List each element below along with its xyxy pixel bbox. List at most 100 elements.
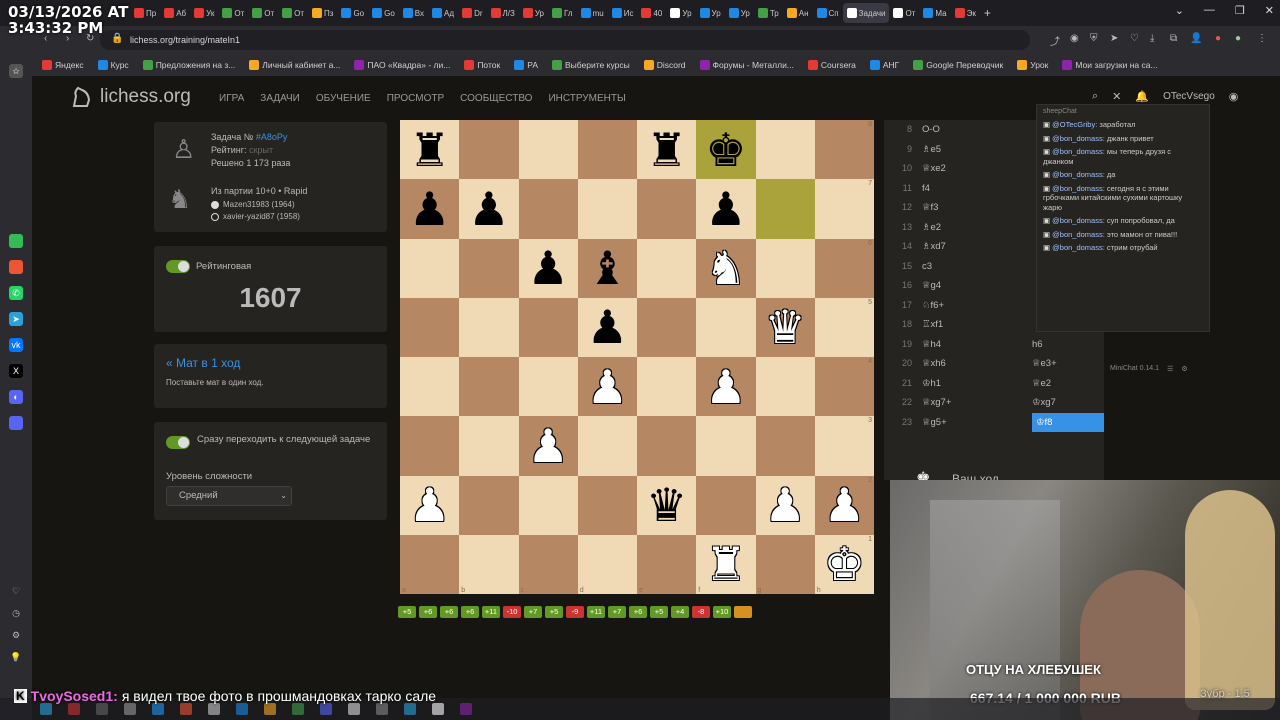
puzzle-result-badge[interactable]: +6 <box>461 606 479 618</box>
settings-icon[interactable]: ⚙ <box>9 628 23 642</box>
board-square[interactable]: a <box>400 534 460 594</box>
board-square[interactable] <box>518 357 578 417</box>
bookmark-item[interactable]: Discord <box>643 60 686 70</box>
board-square[interactable] <box>459 120 519 180</box>
menu-icon[interactable]: ⋮ <box>1257 33 1267 44</box>
avatar-icon[interactable]: ◉ <box>1229 90 1239 103</box>
notifications-icon[interactable]: 🔔 <box>1135 90 1149 103</box>
puzzle-result-badge[interactable]: +6 <box>440 606 458 618</box>
board-square[interactable]: 4 <box>814 357 874 417</box>
close-icon[interactable]: ✕ <box>1112 90 1121 103</box>
move-white[interactable]: ♗xd7 <box>922 237 1032 257</box>
board-square[interactable]: ♟ <box>696 357 756 417</box>
board-square[interactable]: ♚ 1 h <box>814 534 874 594</box>
taskbar-app-icon[interactable] <box>236 703 248 715</box>
board-square[interactable] <box>755 357 815 417</box>
bookmark-item[interactable]: РА <box>514 60 538 70</box>
board-square[interactable] <box>637 416 697 476</box>
board-square[interactable]: ♟ <box>400 475 460 535</box>
puzzle-result-badge[interactable]: +11 <box>587 606 605 618</box>
browser-tab[interactable]: mu <box>577 3 608 23</box>
bookmark-item[interactable]: Урок <box>1017 60 1048 70</box>
browser-tab[interactable]: Go <box>337 3 368 23</box>
move-white[interactable]: ♗e2 <box>922 218 1032 238</box>
task-id-link[interactable]: #A8oPy <box>256 132 288 142</box>
browser-tab[interactable]: Ур <box>696 3 725 23</box>
search-icon[interactable]: ⌕ <box>1092 90 1098 103</box>
browser-tab[interactable]: Тр <box>754 3 783 23</box>
minimize-icon[interactable]: — <box>1204 4 1215 17</box>
difficulty-select[interactable]: Средний ⌄ <box>166 486 292 506</box>
taskbar-app-icon[interactable] <box>124 703 136 715</box>
browser-tab[interactable]: Гл <box>548 3 577 23</box>
move-white[interactable]: ♕g4 <box>922 276 1032 296</box>
ext-red-icon[interactable]: ● <box>1215 33 1221 44</box>
board-square[interactable] <box>459 357 519 417</box>
bookmark-item[interactable]: Личный кабинет а... <box>249 60 340 70</box>
board-square[interactable]: ♛ <box>755 297 815 357</box>
tips-icon[interactable]: 💡 <box>9 650 23 664</box>
browser-tab[interactable]: Пр <box>130 3 160 23</box>
shield-icon[interactable]: ⛨ <box>1090 33 1098 44</box>
move-black[interactable]: ♔xg7 <box>1032 393 1104 413</box>
share-icon[interactable]: ⤴ <box>1050 33 1060 48</box>
puzzle-result-badge[interactable]: +10 <box>713 606 731 618</box>
browser-tab[interactable]: От <box>278 3 308 23</box>
taskbar-app-icon[interactable] <box>376 703 388 715</box>
white-king-piece[interactable]: ♚ <box>824 541 865 587</box>
nav-item[interactable]: ЗАДАЧИ <box>260 93 300 104</box>
black-bishop-piece[interactable]: ♝ <box>587 245 628 291</box>
puzzle-result-badge[interactable]: -8 <box>692 606 710 618</box>
board-square[interactable]: ♜ f <box>696 534 756 594</box>
board-square[interactable] <box>755 120 815 180</box>
puzzle-result-badge[interactable]: -9 <box>566 606 584 618</box>
puzzle-result-badge[interactable]: +6 <box>419 606 437 618</box>
rated-toggle[interactable] <box>166 260 190 273</box>
bookmark-item[interactable]: Курс <box>97 60 129 70</box>
vk-icon[interactable]: vk <box>9 338 23 352</box>
board-square[interactable]: ♟ <box>459 179 519 239</box>
black-pawn-piece[interactable]: ♟ <box>587 304 628 350</box>
move-black[interactable]: ♕e3+ <box>1032 354 1104 374</box>
board-square[interactable]: d <box>577 534 637 594</box>
move-white[interactable]: ♕xg7+ <box>922 393 1032 413</box>
move-white[interactable]: ♕xe2 <box>922 159 1032 179</box>
bookmark-item[interactable]: Предложения на з... <box>142 60 235 70</box>
black-queen-piece[interactable]: ♛ <box>646 482 687 528</box>
nav-item[interactable]: ОБУЧЕНИЕ <box>316 93 371 104</box>
browser-tab[interactable]: Ма <box>919 3 950 23</box>
taskbar-app-icon[interactable] <box>432 703 444 715</box>
browser-tab[interactable]: Сп <box>813 3 843 23</box>
move-black[interactable]: ♔f8 <box>1032 412 1104 432</box>
board-square[interactable]: b <box>459 534 519 594</box>
puzzle-result-badge[interactable]: +7 <box>608 606 626 618</box>
board-square[interactable] <box>637 179 697 239</box>
board-square[interactable] <box>577 120 637 180</box>
board-square[interactable]: ♚ <box>696 120 756 180</box>
move-white[interactable]: ♘f6+ <box>922 296 1032 316</box>
board-square[interactable]: 3 <box>814 416 874 476</box>
taskbar-app-icon[interactable] <box>180 703 192 715</box>
nav-item[interactable]: ИГРА <box>219 93 244 104</box>
theme-link[interactable]: « Мат в 1 ход <box>166 356 240 370</box>
white-pawn-piece[interactable]: ♟ <box>765 482 806 528</box>
taskbar-app-icon[interactable] <box>96 703 108 715</box>
board-square[interactable]: ♟ 2 <box>814 475 874 535</box>
move-white[interactable]: ♕g5+ <box>922 413 1032 433</box>
x-icon[interactable]: X <box>9 364 23 378</box>
board-square[interactable] <box>696 475 756 535</box>
whatsapp-icon[interactable]: ✆ <box>9 286 23 300</box>
puzzle-result-badge[interactable]: +6 <box>629 606 647 618</box>
taskbar-app-icon[interactable] <box>68 703 80 715</box>
black-pawn-piece[interactable]: ♟ <box>705 186 746 232</box>
puzzle-result-badge[interactable]: +7 <box>524 606 542 618</box>
board-square[interactable] <box>518 179 578 239</box>
send-icon[interactable]: ➤ <box>1110 33 1118 44</box>
black-rook-piece[interactable]: ♜ <box>409 127 450 173</box>
board-square[interactable]: 7 <box>814 179 874 239</box>
puzzle-result-badge[interactable] <box>734 606 752 618</box>
board-square[interactable]: g <box>755 534 815 594</box>
puzzle-result-badge[interactable]: +5 <box>545 606 563 618</box>
white-pawn-piece[interactable]: ♟ <box>409 482 450 528</box>
account-icon[interactable]: 👤 <box>1190 33 1202 44</box>
